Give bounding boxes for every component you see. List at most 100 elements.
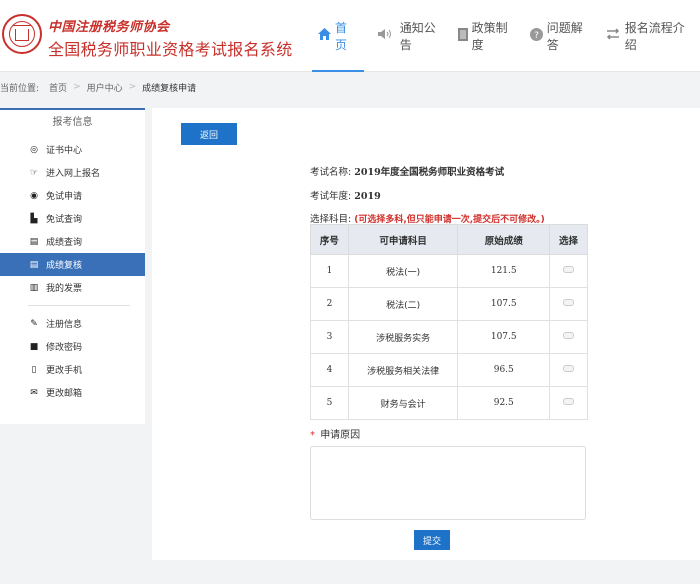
subject-checkbox[interactable] [563,365,575,372]
row-subject: 涉税服务相关法律 [347,353,459,387]
submit-button[interactable]: 提交 [414,530,450,550]
sidebar-item-score-review[interactable]: ▤ 成绩复核 [0,253,145,276]
row-score: 92.5 [457,386,551,420]
org-name: 中国注册税务师协会 [48,20,170,35]
lock-icon: ■ [29,341,39,352]
home-icon [318,28,331,44]
reason-label: * 申请原因 [310,426,360,441]
row-no: 2 [310,287,349,321]
nav-item-home[interactable]: 首页 [312,0,364,72]
subject-checkbox[interactable] [563,266,575,273]
nav-item-notices[interactable]: 通知公告 [372,0,452,72]
nav-item-process[interactable]: 报名流程介绍 [599,0,700,72]
nav-label: 通知公告 [399,21,436,52]
exempt-icon: ◉ [30,190,38,201]
exam-name-row: 考试名称: 2019年度全国税务师职业资格考试 [310,164,504,178]
row-select-cell [549,320,588,354]
sidebar-item-online-register[interactable]: ☞ 进入网上报名 [0,161,145,184]
breadcrumb-home-link[interactable]: 首页 [49,81,67,94]
sidebar-divider [28,305,130,306]
row-subject: 税法(一) [347,254,459,288]
main-nav: 首页 通知公告 政策制度 ? 问题解答 报名流程介绍 [312,0,700,72]
sidebar-item-label: 注册信息 [46,320,83,330]
row-subject: 税法(二) [347,287,459,321]
list-icon: ▤ [29,236,39,247]
table-row: 3 涉税服务实务 107.5 [310,320,588,354]
sidebar-item-label: 进入网上报名 [46,169,101,179]
col-header-subject: 可申请科目 [347,224,459,255]
document-icon [457,27,468,45]
row-select-cell [549,287,588,321]
reason-textarea[interactable] [310,446,586,520]
breadcrumb-user-center-link[interactable]: 用户中心 [87,81,123,94]
search-doc-icon: ▙ [30,213,38,224]
table-row: 1 税法(一) 121.5 [310,254,588,288]
exam-name-value: 2019年度全国税务师职业资格考试 [354,167,505,178]
sidebar-item-exempt-query[interactable]: ▙ 免试查询 [0,207,145,230]
sidebar-item-label: 成绩查询 [46,238,83,248]
sidebar-item-label: 我的发票 [46,284,83,294]
certificate-icon: ◎ [30,144,38,155]
sidebar-item-score-query[interactable]: ▤ 成绩查询 [0,230,145,253]
nav-label: 政策制度 [471,21,508,52]
row-no: 5 [310,386,349,420]
required-marker: * [310,430,315,441]
subject-checkbox[interactable] [563,332,575,339]
row-score: 96.5 [457,353,551,387]
row-select-cell [549,254,588,288]
row-select-cell [549,386,588,420]
breadcrumb-current: 成绩复核申请 [142,83,197,94]
sidebar-item-label: 成绩复核 [46,261,83,271]
logo-seal-icon [2,14,42,54]
col-header-select: 选择 [549,224,588,255]
reason-label-text: 申请原因 [320,430,361,441]
row-score: 107.5 [457,287,551,321]
sidebar-item-label: 证书中心 [46,146,83,156]
sidebar-item-label: 修改密码 [46,343,83,353]
row-score: 107.5 [457,320,551,354]
subject-checkbox[interactable] [563,398,575,405]
sidebar-item-label: 免试申请 [46,192,83,202]
sidebar-item-exempt-apply[interactable]: ◉ 免试申请 [0,184,145,207]
main-panel: 返回 考试名称: 2019年度全国税务师职业资格考试 考试年度: 2019 选择… [152,108,700,560]
svg-text:?: ? [534,31,539,41]
subject-checkbox[interactable] [563,299,575,306]
sidebar-item-change-password[interactable]: ■ 修改密码 [0,335,145,358]
sidebar-item-invoice[interactable]: ▥ 我的发票 [0,276,145,299]
table-row: 5 财务与会计 92.5 [310,386,588,420]
pointer-icon: ☞ [29,167,39,178]
phone-icon: ▯ [31,364,37,375]
breadcrumb: 当前位置: 首页 > 用户中心 > 成绩复核申请 [0,78,196,96]
col-header-no: 序号 [310,224,349,255]
site-header: 中国注册税务师协会 全国税务师职业资格考试报名系统 首页 通知公告 政策制度 ?… [0,0,700,72]
col-header-score: 原始成绩 [457,224,551,255]
speaker-icon [377,28,396,44]
flow-icon [605,28,621,44]
row-no: 1 [310,254,349,288]
sidebar-item-register-info[interactable]: ✎ 注册信息 [0,312,145,335]
breadcrumb-prefix: 当前位置: [0,83,40,94]
nav-label: 问题解答 [546,21,583,52]
breadcrumb-separator: > [73,82,81,92]
exam-name-label: 考试名称: [310,167,352,178]
row-no: 4 [310,353,349,387]
sidebar-item-certificate[interactable]: ◎ 证书中心 [0,138,145,161]
row-subject: 财务与会计 [347,386,459,420]
table-row: 4 涉税服务相关法律 96.5 [310,353,588,387]
sidebar-title: 报考信息 [52,117,93,128]
nav-item-faq[interactable]: ? 问题解答 [524,0,599,72]
system-name: 全国税务师职业资格考试报名系统 [48,40,293,59]
wrench-icon: ✎ [30,318,38,329]
exam-year-value: 2019 [354,191,381,202]
mail-icon: ✉ [30,387,38,398]
sidebar-item-change-email[interactable]: ✉ 更改邮箱 [0,381,145,404]
exam-year-row: 考试年度: 2019 [310,188,381,202]
sidebar-item-label: 更改邮箱 [46,389,83,399]
review-icon: ▤ [29,259,39,270]
nav-item-policy[interactable]: 政策制度 [452,0,524,72]
table-header-row: 序号 可申请科目 原始成绩 选择 [310,224,588,255]
breadcrumb-separator: > [128,82,137,92]
nav-label: 报名流程介绍 [624,21,685,52]
sidebar-item-change-phone[interactable]: ▯ 更改手机 [0,358,145,381]
back-button[interactable]: 返回 [181,123,237,145]
